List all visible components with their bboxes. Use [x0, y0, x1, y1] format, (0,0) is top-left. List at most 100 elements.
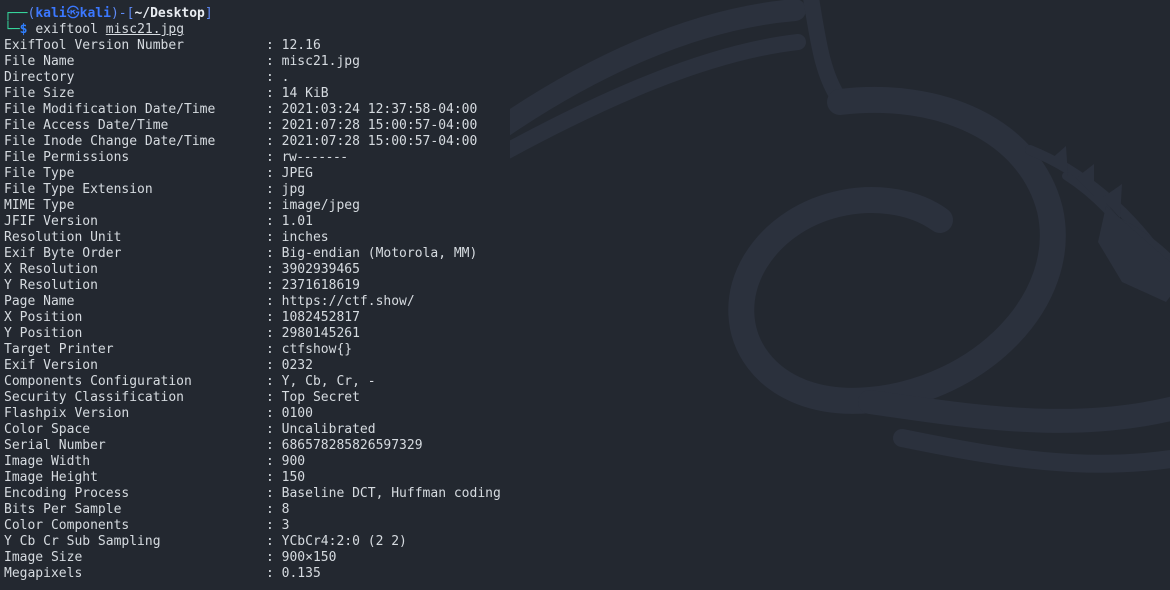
metadata-separator: : [266, 118, 282, 133]
metadata-key: Security Classification [4, 390, 185, 405]
prompt-line-2[interactable]: └─$ exiftool misc21.jpg [4, 22, 1170, 38]
prompt-line-1: ┌──(kali㉿kali)-[~/Desktop] [4, 6, 1170, 22]
metadata-value: 12.16 [281, 38, 321, 53]
metadata-value: YCbCr4:2:0 (2 2) [281, 534, 407, 549]
metadata-value: rw------- [281, 150, 348, 165]
metadata-row: Megapixels: 0.135 [4, 566, 1170, 582]
prompt-close-paren: ) [110, 6, 119, 21]
metadata-row: Y Resolution: 2371618619 [4, 278, 1170, 294]
metadata-value: 2021:07:28 15:00:57-04:00 [281, 118, 478, 133]
metadata-key: Y Resolution [4, 278, 98, 293]
metadata-separator: : [266, 550, 282, 565]
metadata-value: ctfshow{} [281, 342, 353, 357]
metadata-value: Uncalibrated [281, 422, 376, 437]
metadata-key: File Inode Change Date/Time [4, 134, 216, 149]
metadata-value: image/jpeg [281, 198, 360, 213]
metadata-key: Exif Version [4, 358, 98, 373]
metadata-separator: : [266, 438, 282, 453]
metadata-key: File Type Extension [4, 182, 153, 197]
metadata-separator: : [266, 534, 282, 549]
metadata-value: 900 [281, 454, 306, 469]
metadata-row: Encoding Process: Baseline DCT, Huffman … [4, 486, 1170, 502]
metadata-key: Directory [4, 70, 75, 85]
metadata-key: Components Configuration [4, 374, 192, 389]
metadata-key: File Modification Date/Time [4, 102, 216, 117]
metadata-key: MIME Type [4, 198, 75, 213]
metadata-separator: : [266, 150, 282, 165]
metadata-separator: : [266, 70, 282, 85]
metadata-separator: : [266, 134, 282, 149]
metadata-separator: : [266, 246, 282, 261]
metadata-value: 3902939465 [281, 262, 360, 277]
prompt-working-directory: ~/Desktop [134, 6, 205, 21]
metadata-value: Big-endian (Motorola, MM) [281, 246, 478, 261]
metadata-value: 2021:03:24 12:37:58-04:00 [281, 102, 478, 117]
metadata-value: 0100 [281, 406, 313, 421]
metadata-separator: : [266, 262, 282, 277]
metadata-row: File Name: misc21.jpg [4, 54, 1170, 70]
metadata-row: JFIF Version: 1.01 [4, 214, 1170, 230]
terminal-output-area: ┌──(kali㉿kali)-[~/Desktop] └─$ exiftool … [0, 0, 1170, 582]
prompt-user: kali [35, 6, 67, 21]
metadata-separator: : [266, 166, 282, 181]
metadata-row: Image Size: 900×150 [4, 550, 1170, 566]
metadata-key: ExifTool Version Number [4, 38, 185, 53]
metadata-separator: : [266, 86, 282, 101]
metadata-value: 2980145261 [281, 326, 360, 341]
metadata-key: JFIF Version [4, 214, 98, 229]
metadata-row: Bits Per Sample: 8 [4, 502, 1170, 518]
metadata-separator: : [266, 422, 282, 437]
metadata-row: Components Configuration: Y, Cb, Cr, - [4, 374, 1170, 390]
metadata-row: File Permissions: rw------- [4, 150, 1170, 166]
metadata-row: File Modification Date/Time: 2021:03:24 … [4, 102, 1170, 118]
command-name: exiftool [35, 22, 98, 37]
metadata-separator: : [266, 278, 282, 293]
metadata-value: 14 KiB [281, 86, 329, 101]
prompt-dash: - [118, 6, 127, 21]
command-argument-filename: misc21.jpg [105, 22, 185, 37]
metadata-row: Target Printer: ctfshow{} [4, 342, 1170, 358]
metadata-value: 2371618619 [281, 278, 360, 293]
metadata-key: Color Components [4, 518, 130, 533]
terminal-window[interactable]: ┌──(kali㉿kali)-[~/Desktop] └─$ exiftool … [0, 0, 1170, 590]
metadata-value: Top Secret [281, 390, 360, 405]
metadata-row: Resolution Unit: inches [4, 230, 1170, 246]
metadata-separator: : [266, 518, 282, 533]
metadata-row: Exif Version: 0232 [4, 358, 1170, 374]
metadata-key: Y Position [4, 326, 83, 341]
metadata-row: Image Width: 900 [4, 454, 1170, 470]
metadata-separator: : [266, 294, 282, 309]
metadata-key: Image Height [4, 470, 98, 485]
metadata-separator: : [266, 310, 282, 325]
metadata-key: Serial Number [4, 438, 106, 453]
metadata-row: Y Cb Cr Sub Sampling: YCbCr4:2:0 (2 2) [4, 534, 1170, 550]
metadata-value: 1.01 [281, 214, 313, 229]
metadata-value: 150 [281, 470, 306, 485]
metadata-separator: : [266, 470, 282, 485]
metadata-value: 1082452817 [281, 310, 360, 325]
metadata-separator: : [266, 358, 282, 373]
metadata-key: Encoding Process [4, 486, 130, 501]
metadata-separator: : [266, 230, 282, 245]
prompt-host: kali [79, 6, 111, 21]
metadata-key: X Position [4, 310, 83, 325]
metadata-key: Y Cb Cr Sub Sampling [4, 534, 161, 549]
metadata-key: Megapixels [4, 566, 83, 581]
metadata-row: File Size: 14 KiB [4, 86, 1170, 102]
metadata-row: X Position: 1082452817 [4, 310, 1170, 326]
metadata-value: Baseline DCT, Huffman coding [281, 486, 501, 501]
metadata-row: File Type: JPEG [4, 166, 1170, 182]
metadata-key: File Access Date/Time [4, 118, 169, 133]
metadata-key: File Permissions [4, 150, 130, 165]
metadata-separator: : [266, 102, 282, 117]
metadata-key: Color Space [4, 422, 91, 437]
prompt-frame-bottom: └─ [4, 22, 20, 37]
metadata-separator: : [266, 502, 282, 517]
metadata-value: Y, Cb, Cr, - [281, 374, 376, 389]
metadata-separator: : [266, 374, 282, 389]
metadata-row: Serial Number: 686578285826597329 [4, 438, 1170, 454]
metadata-key: Exif Byte Order [4, 246, 122, 261]
exiftool-metadata-list: ExifTool Version Number: 12.16 File Name:… [4, 38, 1170, 582]
metadata-row: Directory: . [4, 70, 1170, 86]
metadata-row: MIME Type: image/jpeg [4, 198, 1170, 214]
